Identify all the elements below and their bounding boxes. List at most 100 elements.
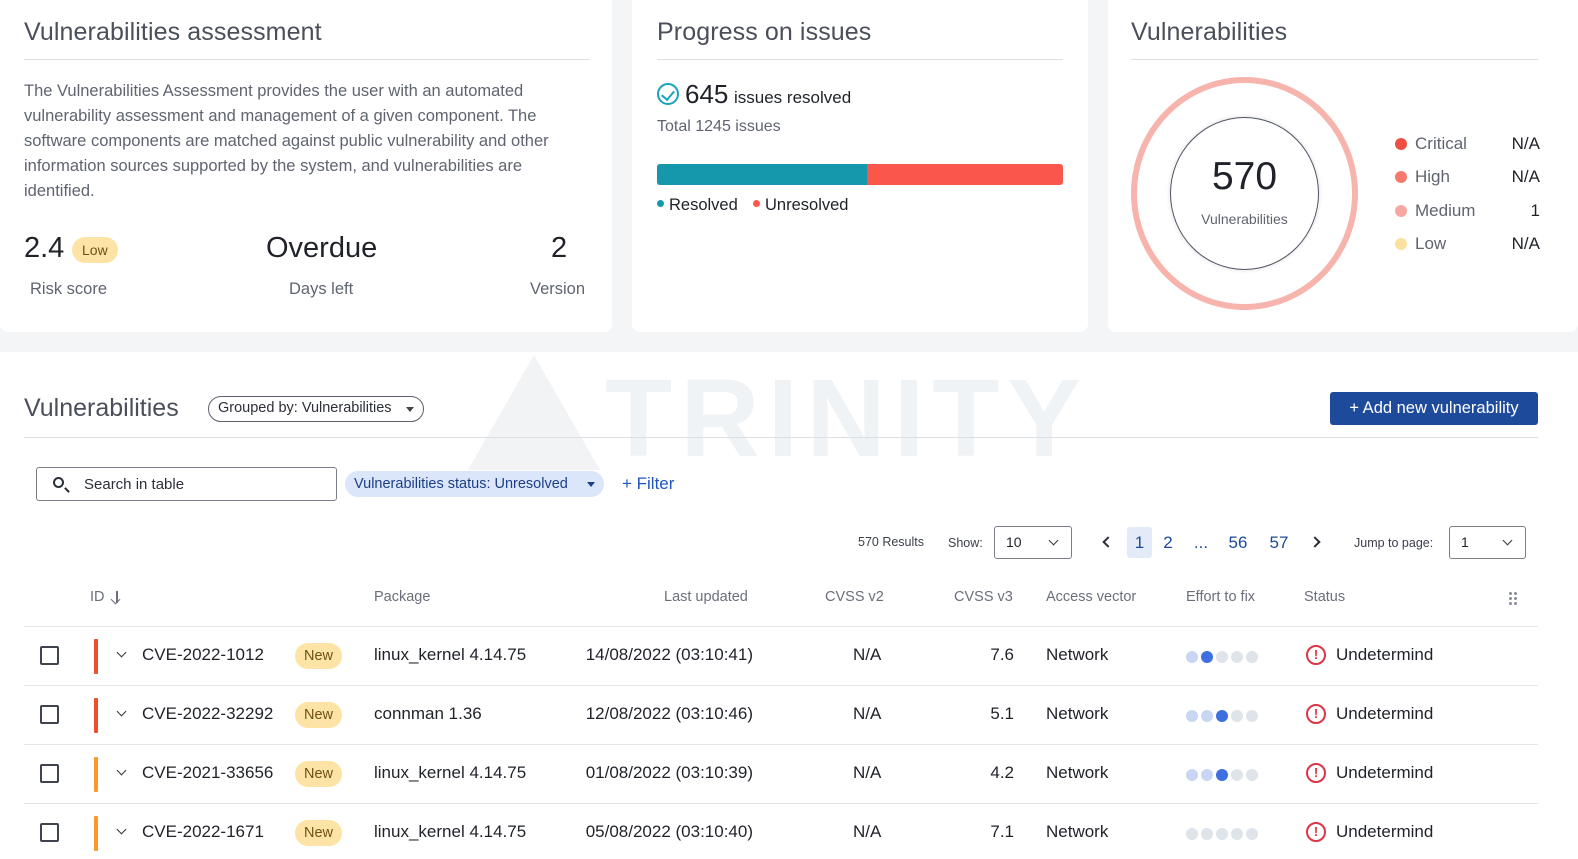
effort-dot xyxy=(1216,828,1228,840)
effort-dot xyxy=(1216,710,1228,722)
legend-unresolved: Unresolved xyxy=(753,196,848,215)
column-header-cvss-v3[interactable]: CVSS v3 xyxy=(954,589,1013,605)
page-57[interactable]: 57 xyxy=(1266,527,1292,558)
row-checkbox[interactable] xyxy=(40,764,59,783)
show-label: Show: xyxy=(948,536,983,550)
page-1[interactable]: 1 xyxy=(1127,527,1152,558)
vulnerability-total-label: Vulnerabilities xyxy=(1201,211,1288,227)
effort-dot xyxy=(1201,828,1213,840)
package-name: linux_kernel 4.14.75 xyxy=(374,645,527,664)
column-header-package[interactable]: Package xyxy=(374,589,430,605)
last-updated: 05/08/2022 (03:10:40) xyxy=(585,822,753,841)
row-checkbox[interactable] xyxy=(40,646,59,665)
table-row[interactable]: CVE-2022-1671 New linux_kernel 4.14.75 05/0… xyxy=(0,804,1578,859)
severity-name: High xyxy=(1415,167,1450,186)
page-56[interactable]: 56 xyxy=(1225,527,1251,558)
section-title: Vulnerabilities xyxy=(24,394,179,422)
effort-dot xyxy=(1186,651,1198,663)
chevron-down-icon[interactable] xyxy=(116,706,127,717)
package-name: linux_kernel 4.14.75 xyxy=(374,763,527,782)
chevron-down-icon xyxy=(1502,535,1513,546)
version-label: Version xyxy=(530,280,586,298)
status-text: Undetermind xyxy=(1336,645,1434,664)
new-badge: New xyxy=(295,761,343,787)
package-name: linux_kernel 4.14.75 xyxy=(374,822,527,841)
new-badge: New xyxy=(295,702,343,728)
check-circle-icon xyxy=(657,83,679,105)
alert-circle-icon: ! xyxy=(1306,704,1326,724)
row-checkbox[interactable] xyxy=(40,705,59,724)
column-settings-icon[interactable] xyxy=(1508,591,1518,605)
search-icon xyxy=(53,477,64,488)
cve-id[interactable]: CVE-2021-33656 xyxy=(142,763,273,783)
add-vulnerability-button[interactable]: + Add new vulnerability xyxy=(1330,392,1538,425)
legend-unresolved-label: Unresolved xyxy=(765,196,849,214)
severity-indicator xyxy=(94,639,98,674)
search-input[interactable]: Search in table xyxy=(36,467,337,501)
access-vector: Network xyxy=(1046,763,1109,782)
column-header-cvss-v2[interactable]: CVSS v2 xyxy=(825,589,884,605)
column-header-status[interactable]: Status xyxy=(1304,589,1345,605)
cve-id[interactable]: CVE-2022-1012 xyxy=(142,645,264,665)
days-left-label: Days left xyxy=(289,280,354,298)
effort-dot xyxy=(1201,769,1213,781)
chevron-down-icon[interactable] xyxy=(116,824,127,835)
chevron-down-icon xyxy=(1048,535,1059,546)
severity-count: N/A xyxy=(1511,134,1540,153)
risk-score-label: Risk score xyxy=(30,280,108,298)
legend-resolved: Resolved xyxy=(657,196,738,215)
last-updated: 01/08/2022 (03:10:39) xyxy=(585,763,753,782)
sort-arrow-down-icon[interactable] xyxy=(116,591,118,603)
effort-dots xyxy=(1186,650,1261,663)
chevron-down-icon[interactable] xyxy=(116,647,127,658)
watermark-text: TRINITY xyxy=(605,357,1089,480)
column-header-access-vector[interactable]: Access vector xyxy=(1046,589,1136,605)
table-row[interactable]: CVE-2022-32292 New connman 1.36 12/08/2022 … xyxy=(0,686,1578,745)
table-row[interactable]: CVE-2021-33656 New linux_kernel 4.14.75 01/… xyxy=(0,745,1578,804)
risk-score-value: 2.4 xyxy=(24,232,65,264)
effort-dot xyxy=(1231,828,1243,840)
legend-resolved-label: Resolved xyxy=(669,196,738,214)
new-badge: New xyxy=(295,643,343,669)
alert-circle-icon: ! xyxy=(1306,645,1326,665)
effort-dot xyxy=(1246,651,1258,663)
effort-dot xyxy=(1186,769,1198,781)
cvss-v3: 4.2 xyxy=(990,763,1014,782)
legend-dot xyxy=(657,200,664,208)
add-filter-button[interactable]: + Filter xyxy=(622,474,674,494)
column-header-effort[interactable]: Effort to fix xyxy=(1186,589,1255,605)
severity-name: Low xyxy=(1415,234,1447,253)
table-row[interactable]: CVE-2022-1012 New linux_kernel 4.14.75 14/0… xyxy=(0,627,1578,686)
severity-dot xyxy=(1395,205,1407,217)
jump-to-page-select[interactable]: 1 xyxy=(1449,526,1526,559)
cvss-v2: N/A xyxy=(853,645,882,664)
divider xyxy=(24,437,1538,438)
severity-count: N/A xyxy=(1511,234,1540,253)
progress-title: Progress on issues xyxy=(657,18,872,46)
summary-title: Vulnerabilities xyxy=(1131,18,1288,46)
page-size-select[interactable]: 10 xyxy=(994,526,1072,559)
severity-indicator xyxy=(94,757,98,792)
effort-dot xyxy=(1201,651,1213,663)
version-value: 2 xyxy=(551,232,568,264)
column-header-last-updated[interactable]: Last updated xyxy=(664,589,748,605)
group-by-dropdown[interactable]: Grouped by: Vulnerabilities xyxy=(208,396,424,422)
status-filter-chip[interactable]: Vulnerabilities status: Unresolved xyxy=(345,471,604,497)
row-checkbox[interactable] xyxy=(40,823,59,842)
effort-dot xyxy=(1216,769,1228,781)
cve-id[interactable]: CVE-2022-1671 xyxy=(142,822,264,842)
column-header-id[interactable]: ID xyxy=(90,589,105,605)
risk-level-badge: Low xyxy=(72,237,118,263)
page-2[interactable]: 2 xyxy=(1157,527,1179,558)
cve-id[interactable]: CVE-2022-32292 xyxy=(142,704,273,724)
alert-circle-icon: ! xyxy=(1306,763,1326,783)
chevron-down-icon[interactable] xyxy=(116,765,127,776)
severity-name: Medium xyxy=(1415,201,1476,220)
days-left-value: Overdue xyxy=(266,232,378,264)
severity-high: High N/A xyxy=(1395,165,1540,189)
divider xyxy=(657,59,1063,60)
severity-name: Critical xyxy=(1415,134,1467,153)
effort-dot xyxy=(1201,710,1213,722)
new-badge: New xyxy=(295,820,343,846)
effort-dot xyxy=(1246,710,1258,722)
